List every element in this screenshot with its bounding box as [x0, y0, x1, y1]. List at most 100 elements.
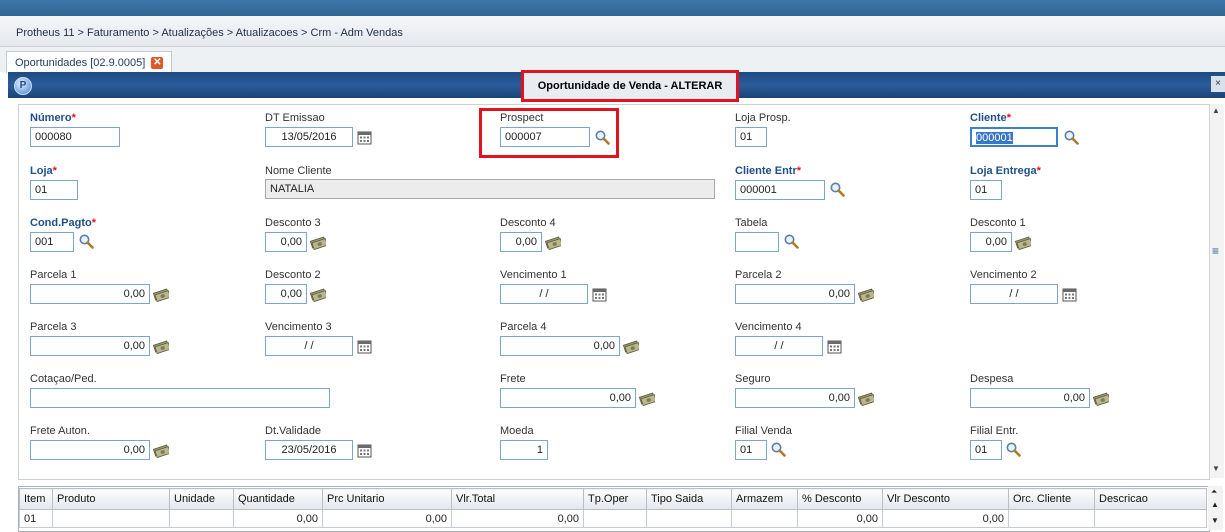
calendar-icon[interactable]	[357, 130, 373, 146]
money-icon[interactable]	[1093, 390, 1109, 406]
money-icon[interactable]	[639, 390, 655, 406]
scroll-up-icon[interactable]: ▲	[1211, 500, 1219, 509]
search-icon[interactable]	[78, 233, 94, 249]
vencimento2-field[interactable]: / /	[970, 284, 1058, 304]
grid-cell[interactable]: 0,00	[797, 509, 883, 528]
app-logo-icon[interactable]: P	[14, 77, 32, 95]
calendar-icon[interactable]	[357, 339, 373, 355]
calendar-icon[interactable]	[827, 339, 843, 355]
col-header-tp-oper[interactable]: Tp.Oper	[583, 488, 647, 510]
grid-cell[interactable]	[52, 509, 170, 528]
money-icon[interactable]	[623, 338, 639, 354]
frete-field[interactable]: 0,00	[500, 388, 636, 408]
loja-field[interactable]: 01	[30, 180, 78, 200]
search-icon[interactable]	[1063, 129, 1079, 145]
tabela-field[interactable]	[735, 232, 779, 252]
parcela1-field[interactable]: 0,00	[30, 284, 150, 304]
money-icon[interactable]	[858, 390, 874, 406]
col-header-vlr-total[interactable]: Vlr.Total	[451, 488, 584, 510]
grid-cell[interactable]	[731, 509, 798, 528]
col-header-produto[interactable]: Produto	[52, 488, 170, 510]
grid-cell[interactable]: 0,00	[882, 509, 1009, 528]
frete-label: Frete	[500, 373, 526, 385]
search-icon[interactable]	[1005, 441, 1021, 457]
nome-cliente-field: NATALIA	[265, 179, 715, 199]
money-icon[interactable]	[153, 338, 169, 354]
numero-field[interactable]: 000080	[30, 127, 120, 147]
calendar-icon[interactable]	[357, 443, 373, 459]
search-icon[interactable]	[783, 233, 799, 249]
money-icon[interactable]	[545, 234, 561, 250]
tab-oportunidades[interactable]: Oportunidades [02.9.0005] ✕	[6, 51, 173, 73]
grid-cell[interactable]: 0,00	[451, 509, 584, 528]
col-header-prc-unitario[interactable]: Prc Unitario	[322, 488, 452, 510]
cliente-field[interactable]: 000001	[970, 127, 1058, 147]
cotacao-label: Cotaçao/Ped.	[30, 373, 97, 385]
vencimento1-label: Vencimento 1	[500, 269, 567, 281]
col-header-tipo-saida[interactable]: Tipo Saida	[646, 488, 732, 510]
scroll-down-icon[interactable]: ▼	[1211, 516, 1219, 525]
cotacao-field[interactable]	[30, 388, 330, 408]
dt-validade-field[interactable]: 23/05/2016	[265, 440, 353, 460]
search-icon[interactable]	[829, 181, 845, 197]
money-icon[interactable]	[310, 234, 326, 250]
cliente-entr-field[interactable]: 000001	[735, 180, 825, 200]
table-row[interactable]: 01 0,00 0,00 0,00 0,00 0,00	[19, 509, 1207, 528]
loja-entrega-field[interactable]: 01	[970, 180, 1002, 200]
col-header-pct-desconto[interactable]: % Desconto	[797, 488, 883, 510]
moeda-field[interactable]: 1	[500, 440, 548, 460]
calendar-icon[interactable]	[1062, 287, 1078, 303]
col-header-item[interactable]: Item	[19, 488, 53, 510]
top-bar	[0, 0, 1225, 16]
grid-cell[interactable]	[646, 509, 732, 528]
vencimento3-field[interactable]: / /	[265, 336, 353, 356]
grid-cell[interactable]	[169, 509, 234, 528]
parcela4-field[interactable]: 0,00	[500, 336, 620, 356]
scroll-down-icon[interactable]: ▼	[1212, 464, 1220, 473]
form-scrollbar[interactable]: ▲ ≡ ▼	[1209, 104, 1224, 478]
money-icon[interactable]	[1015, 234, 1031, 250]
col-header-unidade[interactable]: Unidade	[169, 488, 234, 510]
scroll-up-icon[interactable]: ▲	[1212, 106, 1220, 115]
col-header-descricao[interactable]: Descricao	[1094, 488, 1207, 510]
scroll-grip-icon[interactable]: ≡	[1212, 244, 1219, 258]
window-close-icon[interactable]: ×	[1211, 76, 1225, 92]
dt-emissao-field[interactable]: 13/05/2016	[265, 127, 353, 147]
money-icon[interactable]	[153, 442, 169, 458]
seguro-field[interactable]: 0,00	[735, 388, 855, 408]
moeda-label: Moeda	[500, 425, 534, 437]
filial-entr-field[interactable]: 01	[970, 440, 1002, 460]
parcela3-field[interactable]: 0,00	[30, 336, 150, 356]
desconto1-field[interactable]: 0,00	[970, 232, 1012, 252]
cond-pagto-field[interactable]: 001	[30, 232, 74, 252]
money-icon[interactable]	[153, 286, 169, 302]
grid-scrollbar[interactable]: ⏶ ▲ ▼	[1208, 486, 1223, 530]
parcela2-field[interactable]: 0,00	[735, 284, 855, 304]
vencimento4-field[interactable]: / /	[735, 336, 823, 356]
desconto4-field[interactable]: 0,00	[500, 232, 542, 252]
grid-cell[interactable]	[1008, 509, 1095, 528]
money-icon[interactable]	[310, 286, 326, 302]
search-icon[interactable]	[770, 441, 786, 457]
col-header-vlr-desconto[interactable]: Vlr Desconto	[882, 488, 1009, 510]
col-header-armazem[interactable]: Armazem	[731, 488, 798, 510]
despesa-field[interactable]: 0,00	[970, 388, 1090, 408]
scroll-top-icon[interactable]: ⏶	[1211, 487, 1217, 497]
close-icon[interactable]: ✕	[151, 56, 164, 69]
grid-cell[interactable]	[583, 509, 647, 528]
money-icon[interactable]	[858, 286, 874, 302]
desconto2-field[interactable]: 0,00	[265, 284, 307, 304]
grid-cell[interactable]	[1094, 509, 1207, 528]
grid-cell[interactable]: 0,00	[322, 509, 452, 528]
grid-cell[interactable]: 0,00	[233, 509, 323, 528]
filial-venda-field[interactable]: 01	[735, 440, 767, 460]
vencimento1-field[interactable]: / /	[500, 284, 588, 304]
grid-cell[interactable]: 01	[19, 509, 53, 528]
calendar-icon[interactable]	[592, 287, 608, 303]
col-header-orc-cliente[interactable]: Orc. Cliente	[1008, 488, 1095, 510]
frete-auton-field[interactable]: 0,00	[30, 440, 150, 460]
desconto2-label: Desconto 2	[265, 269, 321, 281]
loja-prosp-field[interactable]: 01	[735, 127, 767, 147]
col-header-quantidade[interactable]: Quantidade	[233, 488, 323, 510]
desconto3-field[interactable]: 0,00	[265, 232, 307, 252]
